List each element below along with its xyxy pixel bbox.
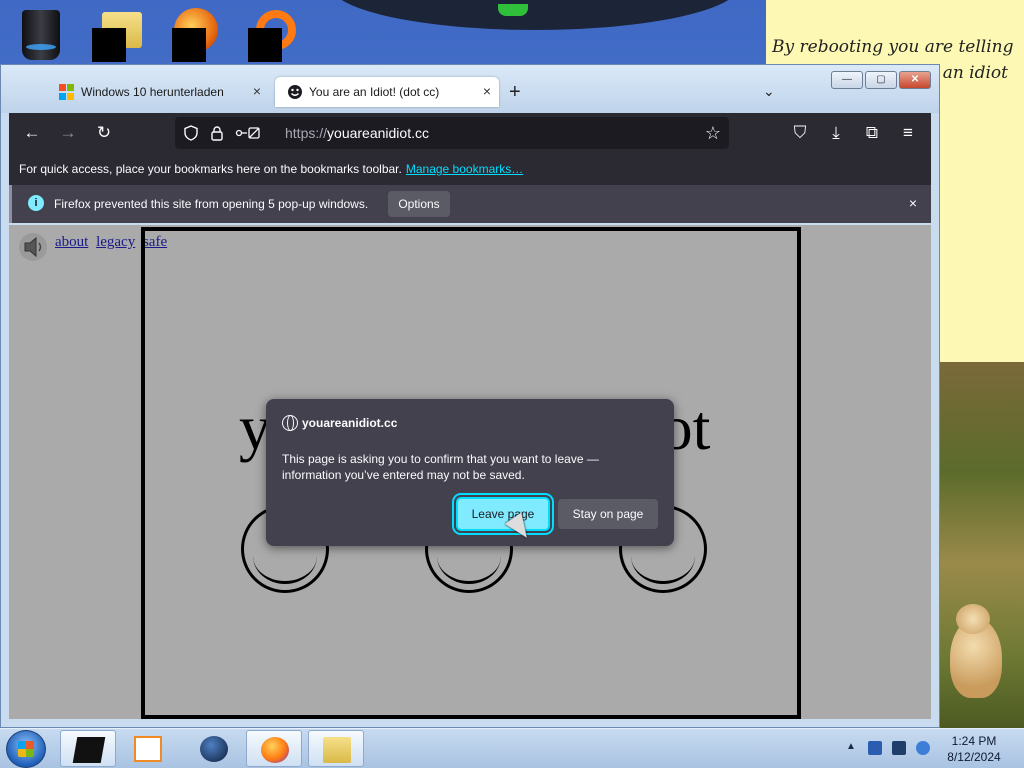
permissions-icon[interactable] xyxy=(235,125,261,141)
taskbar-firefox[interactable] xyxy=(246,730,302,767)
list-tabs-button[interactable]: ⌄ xyxy=(763,83,775,100)
bookmarks-hint: For quick access, place your bookmarks h… xyxy=(19,162,523,176)
tab-windows-download[interactable]: Windows 10 herunterladen × xyxy=(47,77,269,107)
hamburger-menu-icon[interactable]: ≡ xyxy=(897,122,919,144)
dialog-host: youareanidiot.cc xyxy=(302,416,398,430)
manage-bookmarks-link[interactable]: Manage bookmarks… xyxy=(406,162,523,176)
network-icon[interactable] xyxy=(916,741,930,755)
close-notification-icon[interactable]: × xyxy=(909,195,917,211)
reload-button[interactable]: ↻ xyxy=(93,122,115,144)
start-button[interactable] xyxy=(6,730,46,768)
wallpaper-green-light xyxy=(498,4,528,16)
taskbar-media-player[interactable] xyxy=(120,730,176,767)
minimize-button[interactable]: — xyxy=(831,71,863,89)
clock-time: 1:24 PM xyxy=(951,734,997,748)
dialog-message: This page is asking you to confirm that … xyxy=(282,452,599,482)
url-protocol: https:// xyxy=(285,125,328,141)
recycle-bin-icon[interactable] xyxy=(14,6,70,62)
tab-label: You are an Idiot! (dot cc) xyxy=(309,85,440,99)
show-hidden-icons-button[interactable]: ▲ xyxy=(846,741,856,752)
notification-text: Firefox prevented this site from opening… xyxy=(54,197,369,211)
url-text[interactable]: https://youareanidiot.cc xyxy=(285,125,429,141)
stay-on-page-button[interactable]: Stay on page xyxy=(558,499,658,529)
hamster-image xyxy=(946,600,1006,700)
action-center-icon[interactable] xyxy=(868,741,882,755)
url-host: youareanidiot.cc xyxy=(327,125,429,141)
back-button[interactable]: ← xyxy=(21,122,43,144)
shield-icon[interactable] xyxy=(183,125,199,141)
taskbar-app-black[interactable] xyxy=(60,730,116,767)
browser-window: Windows 10 herunterladen × You are an Id… xyxy=(0,64,940,728)
bookmark-star-icon[interactable]: ☆ xyxy=(705,123,721,144)
clock-date: 8/12/2024 xyxy=(947,750,1001,764)
options-button[interactable]: Options xyxy=(388,191,450,217)
popup-blocked-notification: i Firefox prevented this site from openi… xyxy=(9,185,931,223)
lock-icon[interactable] xyxy=(209,125,225,141)
taskbar-file-explorer[interactable] xyxy=(308,730,364,767)
navigation-toolbar: ← → ↻ https://youareanidiot.cc ☆ ⛉ ⤓ ⧉ ≡ xyxy=(9,113,931,153)
info-icon: i xyxy=(28,195,44,211)
sticky-line-1: By rebooting you are telling xyxy=(772,37,1014,57)
microsoft-logo-icon xyxy=(59,84,75,100)
app-ring-icon[interactable] xyxy=(246,6,302,62)
globe-icon xyxy=(282,415,298,431)
taskbar-globe-app[interactable] xyxy=(186,730,242,767)
legacy-link[interactable]: legacy xyxy=(96,234,135,250)
forward-button[interactable]: → xyxy=(57,122,79,144)
close-window-button[interactable]: ✕ xyxy=(899,71,931,89)
url-bar[interactable]: https://youareanidiot.cc ☆ xyxy=(175,117,729,149)
tab-label: Windows 10 herunterladen xyxy=(81,85,224,99)
app-ball-icon[interactable] xyxy=(168,6,224,62)
wallpaper-shape xyxy=(330,0,740,30)
tab-close-icon[interactable]: × xyxy=(483,83,491,99)
folder-icon[interactable] xyxy=(90,6,146,62)
tab-close-icon[interactable]: × xyxy=(253,83,261,99)
tab-you-are-an-idiot[interactable]: You are an Idiot! (dot cc) × xyxy=(275,77,499,107)
pocket-icon[interactable]: ⛉ xyxy=(789,122,811,144)
clock[interactable]: 1:24 PM 8/12/2024 xyxy=(942,733,1006,765)
leave-page-button[interactable]: Leave page xyxy=(456,497,550,531)
bookmarks-hint-text: For quick access, place your bookmarks h… xyxy=(19,162,402,176)
new-tab-button[interactable]: + xyxy=(509,81,521,104)
about-link[interactable]: about xyxy=(55,234,88,250)
maximize-button[interactable]: ▢ xyxy=(865,71,897,89)
speaker-icon[interactable] xyxy=(17,231,49,263)
bookmarks-toolbar: For quick access, place your bookmarks h… xyxy=(9,153,931,185)
leave-page-dialog: youareanidiot.cc This page is asking you… xyxy=(266,399,674,546)
display-icon[interactable] xyxy=(892,741,906,755)
taskbar: ▲ 1:24 PM 8/12/2024 xyxy=(0,728,1024,768)
extensions-icon[interactable]: ⧉ xyxy=(861,122,883,144)
smiley-icon xyxy=(288,85,302,99)
downloads-icon[interactable]: ⤓ xyxy=(825,122,847,144)
title-bar[interactable]: Windows 10 herunterladen × You are an Id… xyxy=(1,65,939,113)
